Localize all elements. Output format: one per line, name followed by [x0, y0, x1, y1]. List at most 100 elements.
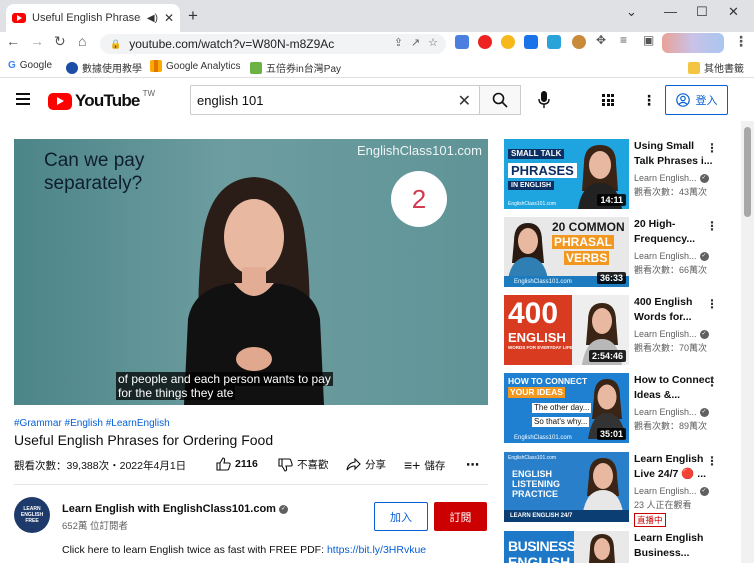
bookmarks-bar: G Google 數據使用教學 Google Analytics 五倍券in台灣… — [0, 54, 754, 78]
related-video-menu-icon[interactable]: ⋮ — [706, 375, 718, 389]
related-video-thumbnail[interactable]: HOW TO CONNECT YOUR IDEAS The other day.… — [504, 373, 629, 443]
youtube-logo[interactable]: YouTube TW — [48, 89, 155, 111]
translate-extension-icon[interactable] — [455, 35, 469, 49]
bookmark-item[interactable]: G Google — [8, 60, 52, 71]
bookmark-star-icon[interactable]: ☆ — [428, 36, 438, 49]
minimize-icon[interactable]: — — [664, 4, 677, 19]
related-video-item[interactable]: SMALL TALK PHRASES IN ENGLISH EnglishCla… — [504, 139, 740, 209]
media-control-icon[interactable]: ≡ — [620, 33, 627, 47]
related-video-channel[interactable]: Learn English... ✓ — [634, 251, 709, 262]
browser-menu-icon[interactable]: ⋮ — [734, 33, 748, 50]
related-video-title[interactable]: Using Small Talk Phrases i... — [634, 139, 714, 169]
related-video-item[interactable]: 400 ENGLISH WORDS FOR EVERYDAY LIFE 2:54… — [504, 295, 740, 365]
related-video-title[interactable]: How to Connect Ideas &... — [634, 373, 714, 403]
video-overlay-number: 2 — [391, 171, 447, 227]
thumbs-up-icon — [216, 457, 231, 471]
settings-more-icon[interactable]: ⋮ — [642, 92, 656, 109]
live-badge: 直播中 — [634, 513, 666, 527]
description-link[interactable]: https://bit.ly/3HRvkue — [327, 544, 426, 556]
presenter-thumbnail-figure — [583, 458, 623, 512]
related-video-views: 觀看次數：66萬次 — [634, 265, 708, 275]
like-button[interactable]: 2116 — [216, 457, 258, 471]
share-button[interactable]: 分享 — [346, 457, 386, 472]
related-video-title[interactable]: Learn English Live 24/7 🔴 ... — [634, 452, 714, 482]
save-button[interactable]: ≡+ 儲存 — [404, 457, 445, 473]
join-button[interactable]: 加入 — [374, 502, 428, 531]
back-icon[interactable]: ← — [6, 33, 20, 49]
related-video-title[interactable]: 20 High-Frequency... — [634, 217, 714, 247]
close-tab-icon[interactable]: ✕ — [164, 11, 174, 25]
video-overlay-question: Can we pay separately? — [44, 150, 145, 194]
new-tab-icon[interactable]: + — [188, 6, 198, 26]
share-page-icon[interactable]: ↗ — [411, 36, 420, 49]
related-video-thumbnail[interactable]: SMALL TALK PHRASES IN ENGLISH EnglishCla… — [504, 139, 629, 209]
install-icon[interactable]: ⇪ — [394, 36, 403, 49]
search-button[interactable] — [479, 85, 521, 115]
tab-search-chevron-icon[interactable]: ⌄ — [626, 4, 637, 20]
side-panel-icon[interactable]: ▣ — [643, 33, 654, 47]
related-video-item[interactable]: 20 COMMON PHRASAL VERBS EnglishClass101.… — [504, 217, 740, 287]
verified-icon: ✓ — [699, 174, 709, 184]
scrollbar-thumb[interactable] — [744, 127, 751, 217]
related-video-item[interactable]: BUSINESS ENGLISH Learn English Business.… — [504, 531, 740, 563]
related-video-title[interactable]: 400 English Words for... — [634, 295, 714, 325]
url-text: youtube.com/watch?v=W80N-m8Z9Ac — [129, 37, 335, 51]
verified-icon: ✓ — [699, 330, 709, 340]
related-video-item[interactable]: HOW TO CONNECT YOUR IDEAS The other day.… — [504, 373, 740, 443]
bookmark-site-icon — [66, 61, 78, 74]
sign-in-button[interactable]: 登入 — [665, 85, 728, 115]
related-video-channel[interactable]: Learn English... ✓ — [634, 173, 709, 184]
channel-avatar[interactable]: LEARN ENGLISH FREE — [14, 497, 50, 533]
related-video-channel[interactable]: Learn English... ✓ — [634, 329, 709, 340]
bookmark-item[interactable]: 數據使用教學 — [66, 60, 142, 75]
speaker-icon[interactable]: ◀) — [147, 13, 158, 24]
related-video-title[interactable]: Learn English Business... — [634, 531, 714, 561]
bookmark-item[interactable]: Google Analytics — [150, 60, 241, 72]
related-video-channel[interactable]: Learn English... ✓ — [634, 407, 709, 418]
video-watermark: EnglishClass101.com — [356, 143, 482, 158]
related-video-thumbnail[interactable]: EnglishClass101.com ENGLISH LISTENING PR… — [504, 452, 629, 522]
presenter-figure — [184, 177, 324, 405]
related-video-thumbnail[interactable]: 400 ENGLISH WORDS FOR EVERYDAY LIFE 2:54… — [504, 295, 629, 365]
related-video-menu-icon[interactable]: ⋮ — [706, 297, 718, 311]
reload-icon[interactable]: ↻ — [54, 33, 66, 50]
puzzle-extensions-icon[interactable]: ✥ — [596, 33, 606, 47]
search-input[interactable]: english 101 ✕ — [190, 85, 480, 115]
more-actions-icon[interactable]: ⋯ — [466, 457, 479, 473]
related-video-channel[interactable]: Learn English... ✓ — [634, 486, 709, 497]
other-bookmarks[interactable]: 其他書籤 — [688, 60, 744, 75]
extension-icon[interactable] — [501, 35, 515, 49]
video-hashtags[interactable]: #Grammar #English #LearnEnglish — [14, 418, 170, 429]
forward-icon[interactable]: → — [30, 33, 44, 49]
browser-tab-active[interactable]: Useful English Phrases for O ◀) ✕ — [6, 4, 180, 32]
related-video-thumbnail[interactable]: BUSINESS ENGLISH — [504, 531, 629, 563]
related-video-item[interactable]: EnglishClass101.com ENGLISH LISTENING PR… — [504, 452, 740, 527]
search-icon — [492, 92, 508, 108]
home-icon[interactable]: ⌂ — [78, 33, 86, 49]
maximize-icon[interactable]: ☐ — [696, 4, 708, 20]
subscribe-button[interactable]: 訂閱 — [434, 502, 487, 531]
related-video-thumbnail[interactable]: 20 COMMON PHRASAL VERBS EnglishClass101.… — [504, 217, 629, 287]
close-window-icon[interactable]: ✕ — [728, 4, 739, 20]
extension-icon[interactable] — [524, 35, 538, 49]
related-video-menu-icon[interactable]: ⋮ — [706, 454, 718, 468]
clear-search-icon[interactable]: ✕ — [458, 91, 471, 111]
address-bar[interactable]: 🔒 youtube.com/watch?v=W80N-m8Z9Ac ⇪ ↗ ☆ — [100, 34, 446, 54]
hamburger-menu-icon[interactable] — [16, 93, 30, 108]
related-video-menu-icon[interactable]: ⋮ — [706, 219, 718, 233]
youtube-play-icon — [48, 92, 72, 110]
video-duration: 35:01 — [596, 428, 626, 440]
extension-icon[interactable] — [572, 35, 586, 49]
bookmark-item[interactable]: 五倍券in台灣Pay — [250, 60, 341, 75]
extension-icon[interactable] — [547, 35, 561, 49]
dislike-button[interactable]: 不喜歡 — [278, 457, 329, 472]
page-scrollbar[interactable] — [741, 121, 754, 563]
channel-name[interactable]: Learn English with EnglishClass101.com ✓ — [62, 503, 288, 515]
apps-grid-icon[interactable] — [602, 94, 614, 106]
adblock-extension-icon[interactable] — [478, 35, 492, 49]
microphone-icon[interactable] — [538, 91, 550, 108]
profile-avatar[interactable] — [662, 33, 724, 53]
related-video-menu-icon[interactable]: ⋮ — [706, 141, 718, 155]
analytics-icon — [150, 60, 162, 72]
video-player[interactable]: EnglishClass101.com Can we pay separatel… — [14, 139, 488, 405]
